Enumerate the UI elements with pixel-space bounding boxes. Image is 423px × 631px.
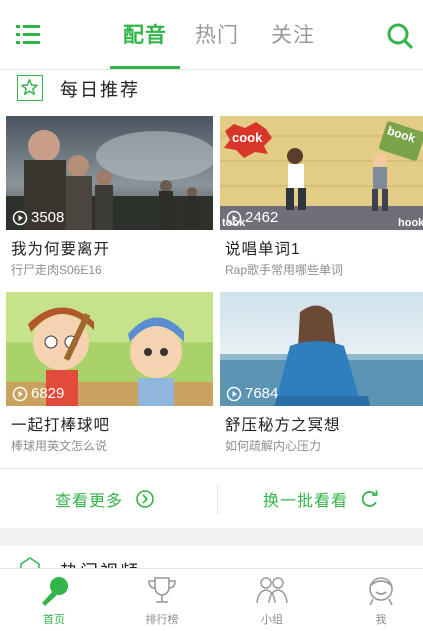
- card-subtitle: 棒球用英文怎么说: [11, 439, 108, 453]
- section-title: 每日推荐: [60, 80, 140, 100]
- play-count-value: 2462: [245, 209, 279, 226]
- thumbnail-cook-label: cook: [232, 130, 263, 145]
- recommend-actions: 查看更多 换一批看看: [0, 468, 423, 528]
- card-title[interactable]: 说唱单词1: [225, 237, 301, 259]
- video-thumbnail[interactable]: 6829: [6, 292, 213, 406]
- nav-label: 首页: [43, 614, 65, 626]
- nav-me[interactable]: 我: [341, 575, 421, 631]
- play-count: 3508: [12, 209, 64, 226]
- card-title[interactable]: 我为何要离开: [11, 237, 110, 259]
- card-title[interactable]: 舒压秘方之冥想: [225, 413, 341, 435]
- play-count: 7684: [226, 385, 278, 402]
- svg-text:hook: hook: [398, 217, 423, 229]
- tab-popular[interactable]: 热门: [195, 22, 239, 50]
- star-icon: [17, 75, 43, 101]
- top-bar: 配音 热门 关注: [0, 0, 423, 70]
- refresh-button[interactable]: 换一批看看: [263, 487, 380, 511]
- video-thumbnail[interactable]: cook book took hook 2462: [220, 116, 423, 230]
- tab-dubbing[interactable]: 配音: [123, 22, 167, 50]
- user-icon: [369, 577, 393, 606]
- hot-videos-header: 热门视频: [0, 546, 423, 570]
- video-thumbnail[interactable]: 3508: [6, 116, 213, 230]
- play-count-value: 6829: [31, 385, 65, 402]
- active-tab-indicator: [110, 66, 180, 69]
- refresh-icon: [361, 490, 378, 507]
- play-icon: [12, 210, 28, 225]
- action-divider: [217, 483, 218, 515]
- play-count-value: 7684: [245, 385, 279, 402]
- play-icon: [226, 210, 242, 225]
- video-thumbnail[interactable]: 7684: [220, 292, 423, 406]
- nav-ranking[interactable]: 排行榜: [122, 575, 202, 631]
- view-more-label: 查看更多: [55, 493, 124, 510]
- group-icon: [256, 577, 288, 604]
- trophy-icon: [148, 577, 176, 603]
- nav-home[interactable]: 首页: [14, 575, 94, 631]
- daily-recommend-header: 每日推荐: [0, 70, 423, 112]
- video-card[interactable]: cook book took hook 2462 说唱单词1 Rap歌手常用哪些…: [220, 116, 423, 277]
- play-icon: [12, 386, 28, 401]
- video-card[interactable]: 3508 我为何要离开 行尸走肉S06E16: [6, 116, 213, 277]
- play-count-value: 3508: [31, 209, 65, 226]
- play-icon: [226, 386, 242, 401]
- view-more-button[interactable]: 查看更多: [55, 487, 155, 511]
- bottom-nav: 首页 排行榜 小组 我: [0, 568, 423, 631]
- video-card[interactable]: 7684 舒压秘方之冥想 如何疏解内心压力: [220, 292, 423, 453]
- play-count: 2462: [226, 209, 278, 226]
- video-card[interactable]: 6829 一起打棒球吧 棒球用英文怎么说: [6, 292, 213, 453]
- nav-label: 排行榜: [145, 614, 179, 626]
- microphone-icon: [42, 577, 68, 606]
- nav-groups[interactable]: 小组: [232, 575, 312, 631]
- refresh-label: 换一批看看: [263, 493, 349, 510]
- card-subtitle: Rap歌手常用哪些单词: [225, 263, 344, 277]
- tab-following[interactable]: 关注: [271, 22, 315, 50]
- nav-label: 小组: [261, 614, 283, 626]
- nav-label: 我: [375, 614, 387, 626]
- card-title[interactable]: 一起打棒球吧: [11, 413, 110, 435]
- play-count: 6829: [12, 385, 64, 402]
- card-subtitle: 如何疏解内心压力: [225, 439, 322, 453]
- search-icon[interactable]: [386, 22, 414, 50]
- header-tabs: 配音 热门 关注: [0, 0, 423, 70]
- chevron-right-circle-icon: [136, 490, 154, 508]
- card-subtitle: 行尸走肉S06E16: [11, 263, 102, 277]
